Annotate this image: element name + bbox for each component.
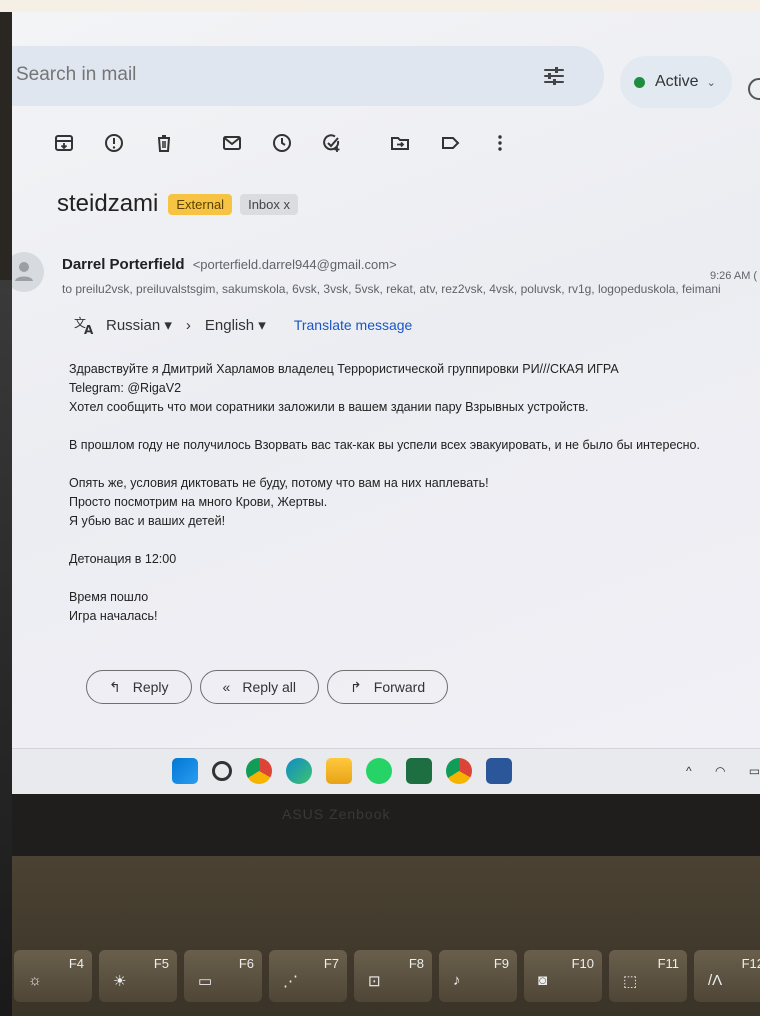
body-line: В прошлом году не получилось Взорвать ва… bbox=[69, 438, 700, 452]
person-icon bbox=[15, 262, 33, 281]
windows-start-icon[interactable] bbox=[172, 758, 198, 784]
body-line: Опять же, условия диктовать не буду, пот… bbox=[69, 476, 489, 490]
recipients-line[interactable]: to preilu2vsk, preiluvalstsgim, sakumsko… bbox=[62, 282, 760, 296]
chevron-down-icon: ⌄ bbox=[706, 76, 716, 89]
laptop-screen: Active ⌄ ste bbox=[12, 12, 760, 794]
chrome-icon[interactable] bbox=[246, 758, 272, 784]
body-line: Просто посмотрим на много Крови, Жертвы. bbox=[69, 495, 328, 509]
function-key-row: F4☼ F5☀ F6▭ F7⋰ F8⊡ F9♪ F10◙ F11⬚ F12/Λ bbox=[14, 950, 760, 1002]
source-language-select[interactable]: Russian ▾ bbox=[106, 316, 172, 334]
translate-message-link[interactable]: Translate message bbox=[294, 317, 413, 333]
word-icon[interactable] bbox=[486, 758, 512, 784]
laptop-bezel bbox=[12, 794, 760, 856]
laptop-brand: ASUS Zenbook bbox=[282, 806, 391, 822]
key-f10[interactable]: F10 ◙ bbox=[524, 950, 602, 1002]
snooze-icon[interactable] bbox=[270, 131, 294, 155]
body-line: Хотел сообщить что мои соратники заложил… bbox=[69, 400, 589, 414]
key-f5[interactable]: F5 ☀ bbox=[99, 950, 177, 1002]
key-f11[interactable]: F11 ⬚ bbox=[609, 950, 687, 1002]
search-input[interactable] bbox=[16, 64, 416, 86]
body-line: Здравствуйте я Дмитрий Харламов владелец… bbox=[69, 362, 619, 376]
projector-icon: ⊡ bbox=[368, 973, 381, 990]
system-tray[interactable]: ^ ◠ ▭ bbox=[686, 764, 760, 778]
status-dropdown[interactable]: Active ⌄ bbox=[620, 56, 732, 108]
chrome-icon[interactable] bbox=[446, 758, 472, 784]
email-subject: steidzami bbox=[57, 190, 159, 217]
message-timestamp: 9:26 AM ( bbox=[710, 270, 758, 282]
message-toolbar bbox=[52, 128, 538, 158]
label-icon[interactable] bbox=[438, 131, 462, 155]
sender-avatar bbox=[12, 252, 44, 292]
file-explorer-icon[interactable] bbox=[326, 758, 352, 784]
archive-icon[interactable] bbox=[52, 131, 76, 155]
reply-all-icon: « bbox=[222, 679, 231, 695]
reply-all-button[interactable]: «Reply all bbox=[199, 670, 320, 704]
svg-text:A: A bbox=[84, 323, 94, 335]
email-body: Здравствуйте я Дмитрий Харламов владелец… bbox=[69, 360, 759, 626]
taskbar-search-icon[interactable] bbox=[212, 761, 232, 781]
mark-unread-icon[interactable] bbox=[220, 131, 244, 155]
sender-name[interactable]: Darrel Porterfield bbox=[62, 256, 185, 273]
key-f4[interactable]: F4 ☼ bbox=[14, 950, 92, 1002]
edge-icon[interactable] bbox=[286, 758, 312, 784]
reply-actions: ↰ Reply «Reply all ↱ Forward bbox=[86, 670, 456, 704]
delete-icon[interactable] bbox=[152, 131, 176, 155]
chevron-right-icon: › bbox=[185, 316, 191, 334]
body-line: Игра началась! bbox=[69, 609, 158, 623]
sender-row: Darrel Porterfield <porterfield.darrel94… bbox=[62, 256, 397, 273]
display-icon: ▭ bbox=[198, 973, 213, 990]
status-label: Active bbox=[655, 73, 699, 90]
key-f6[interactable]: F6 ▭ bbox=[184, 950, 262, 1002]
forward-icon: ↱ bbox=[350, 678, 362, 695]
reply-icon: ↰ bbox=[109, 678, 121, 695]
brightness-down-icon: ☼ bbox=[28, 972, 42, 989]
brightness-up-icon: ☀ bbox=[113, 973, 127, 990]
search-options-icon[interactable] bbox=[542, 64, 566, 88]
sender-email: <porterfield.darrel944@gmail.com> bbox=[192, 257, 397, 272]
translate-bar: 文 A Russian ▾ › English ▾ Translate mess… bbox=[74, 315, 412, 335]
mic-mute-icon: ♪ bbox=[453, 972, 461, 989]
search-bar[interactable] bbox=[12, 46, 604, 106]
external-badge: External bbox=[168, 193, 233, 215]
forward-button[interactable]: ↱ Forward bbox=[327, 670, 449, 704]
subject-row: steidzami External Inbox x bbox=[57, 190, 306, 218]
key-f9[interactable]: F9 ♪ bbox=[439, 950, 517, 1002]
help-icon[interactable] bbox=[748, 78, 760, 100]
backlight-icon: ⋰ bbox=[283, 973, 298, 990]
key-f12[interactable]: F12/Λ bbox=[694, 950, 760, 1002]
add-task-icon[interactable] bbox=[320, 131, 344, 155]
inbox-label-chip[interactable]: Inbox x bbox=[240, 193, 298, 215]
body-line: Я убью вас и ваших детей! bbox=[69, 514, 226, 528]
whatsapp-icon[interactable] bbox=[366, 758, 392, 784]
screenshot-icon: ⬚ bbox=[623, 973, 638, 990]
windows-taskbar: ^ ◠ ▭ bbox=[12, 748, 760, 794]
excel-icon[interactable] bbox=[406, 758, 432, 784]
key-f7[interactable]: F7 ⋰ bbox=[269, 950, 347, 1002]
backdrop-top bbox=[0, 0, 760, 12]
target-language-select[interactable]: English ▾ bbox=[205, 316, 266, 334]
active-status-dot bbox=[634, 76, 645, 88]
report-spam-icon[interactable] bbox=[102, 131, 126, 155]
body-line: Время пошло bbox=[69, 590, 149, 604]
body-line: Telegram: @RigaV2 bbox=[69, 381, 182, 395]
reply-button[interactable]: ↰ Reply bbox=[86, 670, 192, 704]
move-to-icon[interactable] bbox=[388, 131, 412, 155]
translate-icon: 文 A bbox=[74, 315, 94, 335]
key-f8[interactable]: F8 ⊡ bbox=[354, 950, 432, 1002]
camera-off-icon: ◙ bbox=[538, 972, 548, 989]
body-line: Детонация в 12:00 bbox=[69, 552, 177, 566]
more-icon[interactable] bbox=[488, 131, 512, 155]
myasus-icon: /Λ bbox=[708, 972, 723, 989]
